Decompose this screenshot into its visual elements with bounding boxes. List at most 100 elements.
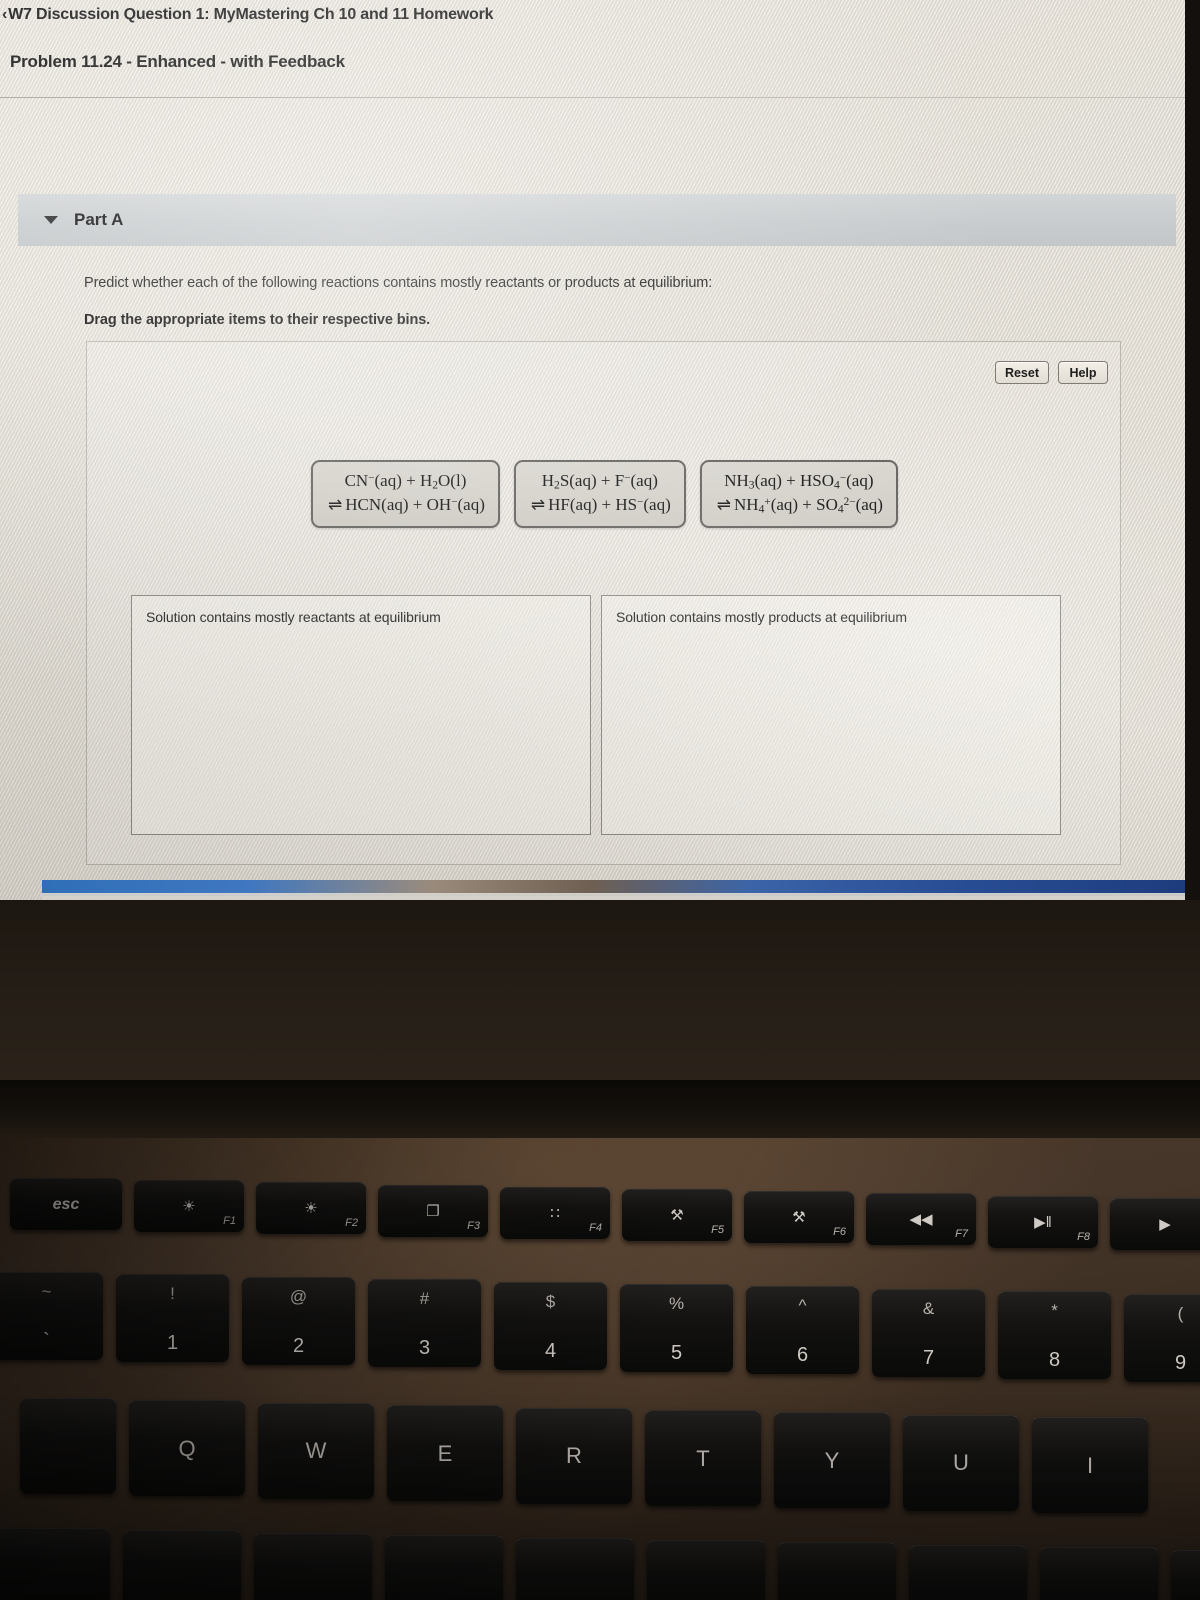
key-main-label: T: [696, 1445, 710, 1471]
key-fn-label: F2: [345, 1217, 358, 1230]
key-w[interactable]: W: [258, 1402, 374, 1499]
equilibrium-arrow-icon: ⇌: [530, 495, 546, 515]
key-fn-label: F8: [1077, 1230, 1090, 1243]
key-main-label: 3: [418, 1337, 431, 1360]
key-glyph-icon: ☀: [304, 1200, 318, 1218]
key-3[interactable]: #3: [368, 1279, 481, 1368]
equation-reactants: CN−(aq) + H2O(l): [344, 471, 467, 492]
drop-bins-row: Solution contains mostly reactants at eq…: [131, 595, 1061, 835]
key-main-label: I: [1086, 1452, 1094, 1478]
equilibrium-arrow-icon: ⇌: [328, 495, 343, 515]
laptop-hinge: [0, 1080, 1200, 1138]
question-instruction: Drag the appropriate items to their resp…: [84, 312, 431, 328]
key-j[interactable]: [909, 1544, 1027, 1600]
bin-label: Solution contains mostly products at equ…: [616, 609, 907, 625]
breadcrumb[interactable]: ‹W7 Discussion Question 1: MyMastering C…: [2, 6, 494, 24]
key-f7-rewind[interactable]: ◀◀ F7: [866, 1193, 976, 1246]
key-h[interactable]: [778, 1542, 896, 1600]
equation-products: ⇌ HF(aq) + HS−(aq): [530, 495, 671, 515]
key-s[interactable]: [254, 1532, 372, 1600]
key-r[interactable]: R: [516, 1407, 632, 1504]
key-d[interactable]: [385, 1535, 503, 1600]
help-button[interactable]: Help: [1058, 361, 1108, 384]
key-main-label: 9: [1174, 1351, 1187, 1374]
key-8[interactable]: * 8: [998, 1291, 1111, 1380]
key-shift-label: %: [668, 1294, 685, 1313]
key-f6-keyboard-brightness-up[interactable]: ⚒ F6: [744, 1191, 854, 1244]
key-main-label: 5: [670, 1342, 683, 1364]
key-fn-label: F6: [833, 1226, 846, 1239]
screen-bezel-bottom: MacBook Air: [0, 900, 1200, 1080]
bin-products[interactable]: Solution contains mostly products at equ…: [601, 595, 1061, 835]
key-main-label: 1: [166, 1332, 179, 1355]
bin-label: Solution contains mostly reactants at eq…: [146, 609, 441, 625]
key-4[interactable]: $4: [494, 1281, 607, 1370]
key-main-label: Q: [178, 1435, 196, 1461]
key-main-label: E: [437, 1440, 453, 1466]
activity-toolbar: Reset Help: [994, 361, 1108, 384]
key-fn-label: F7: [955, 1228, 968, 1241]
key-g[interactable]: [647, 1540, 765, 1600]
key-fn-label: F3: [467, 1219, 480, 1232]
key-f8-play-pause[interactable]: ▶‖ F8: [988, 1195, 1098, 1248]
key-shift-label: &: [922, 1298, 935, 1318]
tile-cn-water[interactable]: CN−(aq) + H2O(l) ⇌ HCN(aq) + OH−(aq): [311, 460, 500, 528]
bin-reactants[interactable]: Solution contains mostly reactants at eq…: [131, 595, 591, 835]
key-y[interactable]: Y: [774, 1412, 890, 1509]
equilibrium-arrow-icon: ⇌: [716, 495, 732, 515]
key-main-label: W: [305, 1438, 327, 1464]
key-main-label: 7: [922, 1346, 935, 1369]
key-t[interactable]: T: [645, 1410, 761, 1506]
key-f9-fast-forward[interactable]: ▶: [1110, 1197, 1200, 1250]
part-a-header[interactable]: Part A: [18, 194, 1176, 246]
key-f2-brightness-up[interactable]: ☀ F2: [256, 1182, 366, 1235]
key-main-label: 6: [796, 1344, 809, 1367]
equation-reactants: NH3(aq) + HSO4−(aq): [724, 471, 874, 492]
header-divider: [0, 97, 1185, 98]
key-main-label: U: [953, 1450, 969, 1476]
key-a[interactable]: [123, 1530, 241, 1600]
key-i[interactable]: I: [1032, 1417, 1148, 1514]
key-glyph-icon: ❐: [426, 1202, 440, 1220]
key-6[interactable]: ^ 6: [746, 1286, 859, 1375]
key-l[interactable]: [1171, 1549, 1200, 1600]
equation-products: ⇌ HCN(aq) + OH−(aq): [328, 495, 485, 515]
key-shift-label: ^: [798, 1296, 807, 1316]
key-e[interactable]: E: [387, 1405, 503, 1502]
key-f[interactable]: [516, 1537, 634, 1600]
collapse-caret-icon[interactable]: [44, 216, 58, 224]
key-main-label: R: [566, 1443, 582, 1469]
key-f5-keyboard-brightness-down[interactable]: ⚒ F5: [622, 1189, 732, 1241]
reset-button[interactable]: Reset: [994, 361, 1049, 384]
key-caps[interactable]: [0, 1528, 110, 1600]
key-shift-label: @: [289, 1286, 308, 1306]
key-1[interactable]: ! 1: [116, 1274, 229, 1363]
key-5[interactable]: % 5: [620, 1284, 733, 1372]
key-main-label: 8: [1048, 1349, 1061, 1372]
key-main-label: `: [43, 1330, 50, 1352]
tile-ammonia-bisulfate[interactable]: NH3(aq) + HSO4−(aq) ⇌ NH4+(aq) + SO42−(aq): [699, 460, 898, 528]
key-main-label: Y: [824, 1447, 840, 1473]
key-2[interactable]: @2: [242, 1276, 355, 1365]
key-fn-label: F1: [223, 1215, 236, 1228]
key-f4-launchpad[interactable]: ∷ F4: [500, 1186, 610, 1239]
key-u[interactable]: U: [903, 1414, 1019, 1511]
key-esc[interactable]: esc: [10, 1178, 122, 1230]
key-tilde[interactable]: ~ `: [0, 1272, 103, 1360]
key-shift-label: #: [419, 1289, 430, 1309]
key-q[interactable]: Q: [129, 1400, 245, 1497]
key-7[interactable]: & 7: [872, 1288, 985, 1377]
key-f3-mission-control[interactable]: ❐ F3: [378, 1184, 488, 1237]
key-f1-brightness-down[interactable]: ☀ F1: [134, 1180, 244, 1233]
drag-drop-activity: Reset Help CN−(aq) + H2O(l) ⇌ HCN(aq) + OH…: [86, 341, 1121, 865]
key-shift-label: (: [1177, 1303, 1184, 1323]
key-shift-label: *: [1051, 1301, 1058, 1321]
key-9[interactable]: (9: [1124, 1293, 1200, 1382]
back-chevron-icon[interactable]: ‹: [2, 6, 7, 23]
key-k[interactable]: [1040, 1547, 1158, 1600]
tile-h2s-fluoride[interactable]: H2S(aq) + F−(aq) ⇌ HF(aq) + HS−(aq): [513, 460, 686, 528]
key-tab[interactable]: [20, 1398, 116, 1494]
key-shift-label: $: [545, 1291, 556, 1311]
key-glyph-icon: ⚒: [670, 1207, 684, 1224]
key-main-label: 2: [292, 1334, 305, 1357]
